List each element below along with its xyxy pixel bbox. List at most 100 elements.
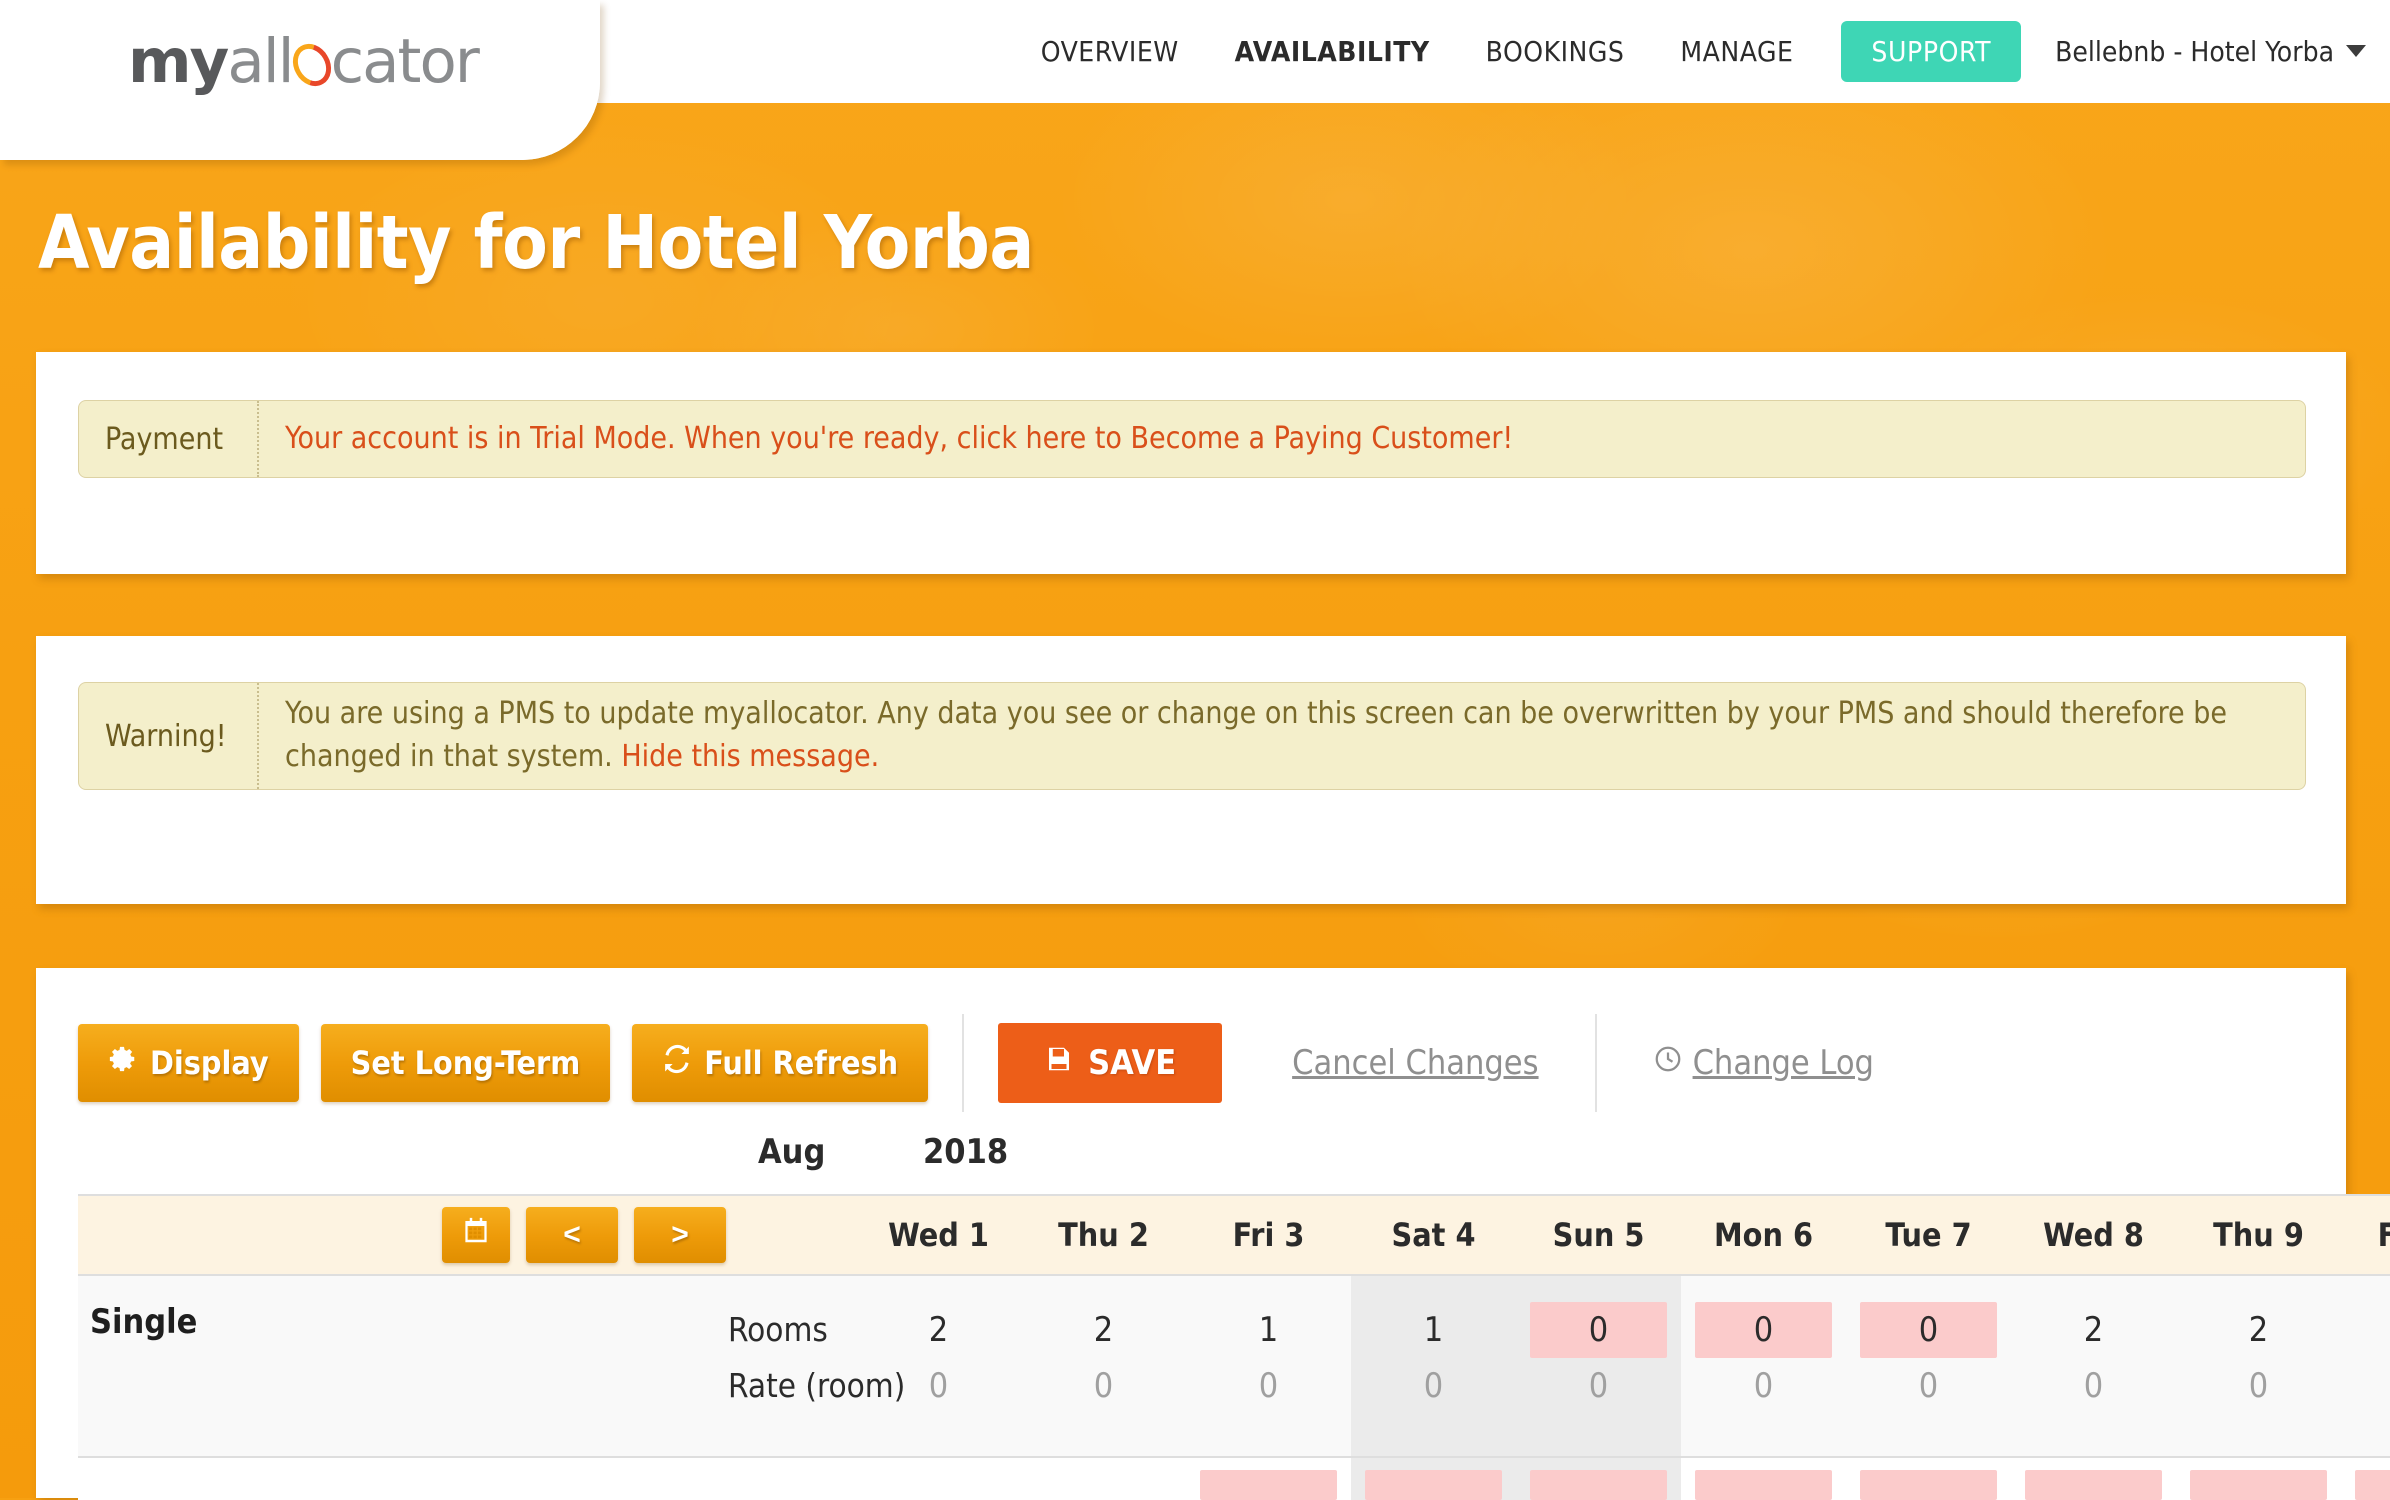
rate-value[interactable]: 0 <box>1200 1358 1337 1414</box>
display-button[interactable]: Display <box>78 1024 299 1102</box>
nav-item-bookings[interactable]: BOOKINGS <box>1458 35 1653 68</box>
availability-cell[interactable]: 30 <box>2341 1275 2390 1457</box>
rate-value[interactable]: 0 <box>1860 1358 1997 1414</box>
availability-cell[interactable]: 00 <box>1846 1275 2011 1457</box>
availability-cell[interactable] <box>1186 1457 1351 1500</box>
myallocator-logo[interactable]: myallcator <box>128 26 478 97</box>
rooms-value[interactable] <box>2025 1470 2162 1500</box>
rooms-value[interactable] <box>1035 1470 1172 1500</box>
availability-cell[interactable]: 10 <box>1186 1275 1351 1457</box>
rooms-value[interactable] <box>1860 1470 1997 1500</box>
nav-item-manage[interactable]: MANAGE <box>1652 35 1821 68</box>
rooms-value[interactable]: 0 <box>1860 1302 1997 1358</box>
month-year-row: Aug 2018 <box>78 1132 2306 1190</box>
rate-value[interactable]: 0 <box>2355 1358 2390 1414</box>
set-long-term-button[interactable]: Set Long-Term <box>321 1024 611 1102</box>
availability-cell[interactable] <box>1021 1457 1186 1500</box>
rate-label: Rate (room) <box>728 1358 856 1414</box>
day-header-5[interactable]: Mon 6 <box>1681 1195 1846 1275</box>
rate-value[interactable]: 0 <box>1365 1358 1502 1414</box>
rooms-value[interactable]: 2 <box>2025 1302 2162 1358</box>
day-header-0[interactable]: Wed 1 <box>856 1195 1021 1275</box>
display-button-label: Display <box>150 1044 269 1082</box>
payment-panel: Payment Your account is in Trial Mode. W… <box>36 352 2346 574</box>
day-header-3[interactable]: Sat 4 <box>1351 1195 1516 1275</box>
availability-cell[interactable] <box>1516 1457 1681 1500</box>
availability-table: < > Wed 1Thu 2Fri 3Sat 4Sun 5Mon 6Tue 7W… <box>78 1194 2390 1500</box>
calendar-icon <box>461 1216 491 1254</box>
rate-value[interactable]: 0 <box>2025 1358 2162 1414</box>
rooms-value[interactable]: 2 <box>870 1302 1007 1358</box>
availability-cell[interactable]: 20 <box>1021 1275 1186 1457</box>
rooms-value[interactable]: 2 <box>1035 1302 1172 1358</box>
cancel-changes-link[interactable]: Cancel Changes <box>1292 1043 1538 1083</box>
day-header-7[interactable]: Wed 8 <box>2011 1195 2176 1275</box>
rooms-value[interactable] <box>1530 1470 1667 1500</box>
rooms-value[interactable] <box>1200 1470 1337 1500</box>
rooms-value[interactable]: 1 <box>1365 1302 1502 1358</box>
calendar-header-row: < > Wed 1Thu 2Fri 3Sat 4Sun 5Mon 6Tue 7W… <box>78 1195 2390 1275</box>
rooms-value[interactable]: 1 <box>1200 1302 1337 1358</box>
support-button[interactable]: SUPPORT <box>1841 21 2021 82</box>
change-log-link[interactable]: Change Log <box>1653 1043 1874 1083</box>
account-label: Bellebnb - Hotel Yorba <box>2055 35 2334 68</box>
payment-alert-message[interactable]: Your account is in Trial Mode. When you'… <box>259 418 1513 461</box>
full-refresh-button[interactable]: Full Refresh <box>632 1024 928 1102</box>
prev-period-button[interactable]: < <box>526 1207 618 1263</box>
calendar-year: 2018 <box>923 1132 1008 1172</box>
main-nav: OVERVIEW AVAILABILITY BOOKINGS MANAGE SU… <box>1013 0 2366 103</box>
availability-cell[interactable] <box>1351 1457 1516 1500</box>
change-log-label: Change Log <box>1693 1043 1874 1083</box>
day-header-1[interactable]: Thu 2 <box>1021 1195 1186 1275</box>
rooms-value[interactable]: 0 <box>1530 1302 1667 1358</box>
day-header-9[interactable]: Fri 10 <box>2341 1195 2390 1275</box>
availability-cell[interactable]: 20 <box>2011 1275 2176 1457</box>
rooms-value[interactable] <box>1695 1470 1832 1500</box>
calendar-month: Aug <box>758 1132 825 1172</box>
rooms-value[interactable]: 0 <box>1695 1302 1832 1358</box>
hide-message-link[interactable]: Hide this message. <box>621 739 879 774</box>
save-button[interactable]: SAVE <box>998 1023 1222 1103</box>
account-selector[interactable]: Bellebnb - Hotel Yorba <box>2041 35 2366 68</box>
rate-value[interactable]: 0 <box>1530 1358 1667 1414</box>
availability-cell[interactable] <box>2341 1457 2390 1500</box>
rate-value[interactable]: 0 <box>2190 1358 2327 1414</box>
table-row: SingleRoomsRate (room)202010100000002020… <box>78 1275 2390 1457</box>
availability-cell[interactable]: 20 <box>2176 1275 2341 1457</box>
warning-alert-message: You are using a PMS to update myallocato… <box>285 696 2227 774</box>
day-header-2[interactable]: Fri 3 <box>1186 1195 1351 1275</box>
nav-item-overview[interactable]: OVERVIEW <box>1013 35 1207 68</box>
availability-cell[interactable] <box>856 1457 1021 1500</box>
availability-cell[interactable] <box>1681 1457 1846 1500</box>
rooms-value[interactable] <box>1365 1470 1502 1500</box>
rate-value[interactable]: 0 <box>1035 1358 1172 1414</box>
rooms-value[interactable] <box>870 1470 1007 1500</box>
rooms-value[interactable] <box>2355 1470 2390 1500</box>
set-long-term-label: Set Long-Term <box>351 1044 581 1082</box>
availability-cell[interactable] <box>2011 1457 2176 1500</box>
day-header-6[interactable]: Tue 7 <box>1846 1195 2011 1275</box>
table-row <box>78 1457 2390 1500</box>
room-type-name <box>78 1457 438 1500</box>
rooms-value[interactable] <box>2190 1470 2327 1500</box>
chevron-down-icon <box>2346 45 2366 57</box>
day-header-4[interactable]: Sun 5 <box>1516 1195 1681 1275</box>
metric-labels <box>728 1457 856 1500</box>
nav-item-availability[interactable]: AVAILABILITY <box>1207 35 1458 68</box>
refresh-icon <box>662 1044 692 1082</box>
warning-alert-body: You are using a PMS to update myallocato… <box>259 693 2305 778</box>
rooms-value[interactable]: 2 <box>2190 1302 2327 1358</box>
availability-cell[interactable]: 00 <box>1681 1275 1846 1457</box>
availability-cell[interactable]: 10 <box>1351 1275 1516 1457</box>
logo-text-my: my <box>128 26 227 97</box>
rooms-value[interactable]: 3 <box>2355 1302 2390 1358</box>
availability-cell[interactable] <box>1846 1457 2011 1500</box>
calendar-picker-button[interactable] <box>442 1207 510 1263</box>
payment-alert: Payment Your account is in Trial Mode. W… <box>78 400 2306 478</box>
next-period-button[interactable]: > <box>634 1207 726 1263</box>
availability-cell[interactable] <box>2176 1457 2341 1500</box>
gear-icon <box>108 1044 138 1082</box>
day-header-8[interactable]: Thu 9 <box>2176 1195 2341 1275</box>
availability-cell[interactable]: 00 <box>1516 1275 1681 1457</box>
rate-value[interactable]: 0 <box>1695 1358 1832 1414</box>
